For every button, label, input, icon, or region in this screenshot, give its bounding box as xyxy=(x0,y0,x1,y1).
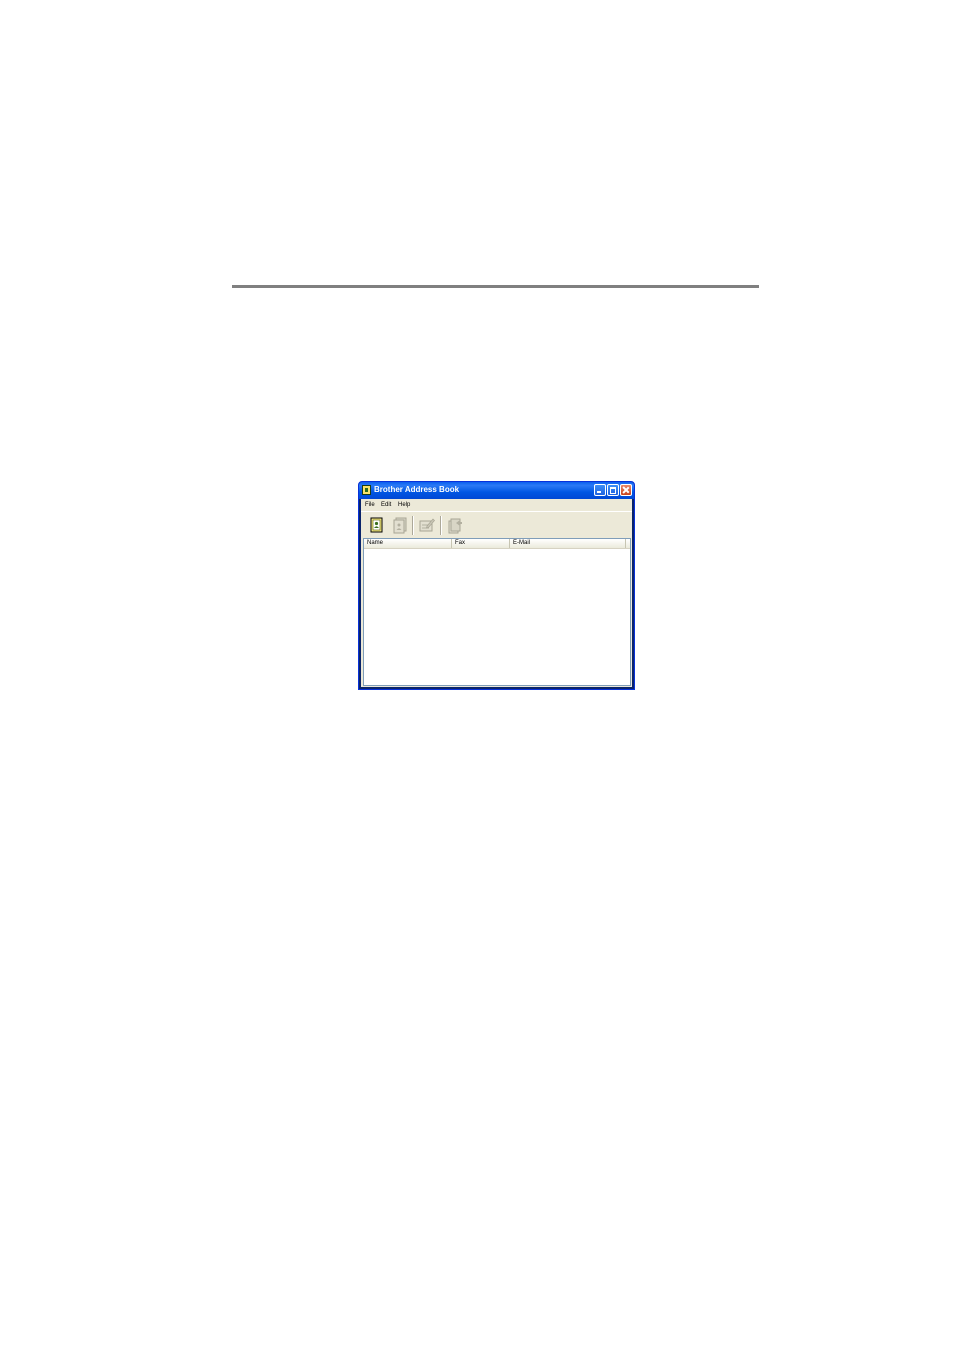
window-title: Brother Address Book xyxy=(374,485,460,494)
close-button[interactable] xyxy=(620,484,632,496)
new-contact-button[interactable] xyxy=(369,517,385,534)
minimize-button[interactable] xyxy=(594,484,606,496)
list-header: Name Fax E-Mail xyxy=(364,539,630,549)
column-header-email[interactable]: E-Mail xyxy=(510,539,626,548)
new-group-button[interactable] xyxy=(392,517,408,534)
address-book-window: Brother Address Book File Edit Help Name… xyxy=(358,481,635,690)
address-list[interactable]: Name Fax E-Mail xyxy=(363,538,631,686)
column-header-name[interactable]: Name xyxy=(364,539,452,548)
page-divider xyxy=(232,285,759,288)
app-icon[interactable] xyxy=(362,485,371,495)
column-header-fax[interactable]: Fax xyxy=(452,539,510,548)
maximize-button[interactable] xyxy=(607,484,619,496)
toolbar xyxy=(361,511,632,538)
window-client-area: File Edit Help Name Fax E-Mail xyxy=(361,499,632,687)
menu-help[interactable]: Help xyxy=(398,499,410,511)
delete-button[interactable] xyxy=(447,517,463,534)
title-bar[interactable]: Brother Address Book xyxy=(359,482,634,499)
edit-button[interactable] xyxy=(419,517,435,534)
new-contact-icon xyxy=(370,517,383,533)
toolbar-separator xyxy=(412,516,414,535)
edit-icon xyxy=(419,518,435,532)
menu-file[interactable]: File xyxy=(365,499,375,511)
delete-icon xyxy=(448,518,462,534)
menu-edit[interactable]: Edit xyxy=(381,499,391,511)
new-group-icon xyxy=(393,517,407,534)
menu-bar: File Edit Help xyxy=(361,499,632,511)
toolbar-separator xyxy=(440,516,442,535)
